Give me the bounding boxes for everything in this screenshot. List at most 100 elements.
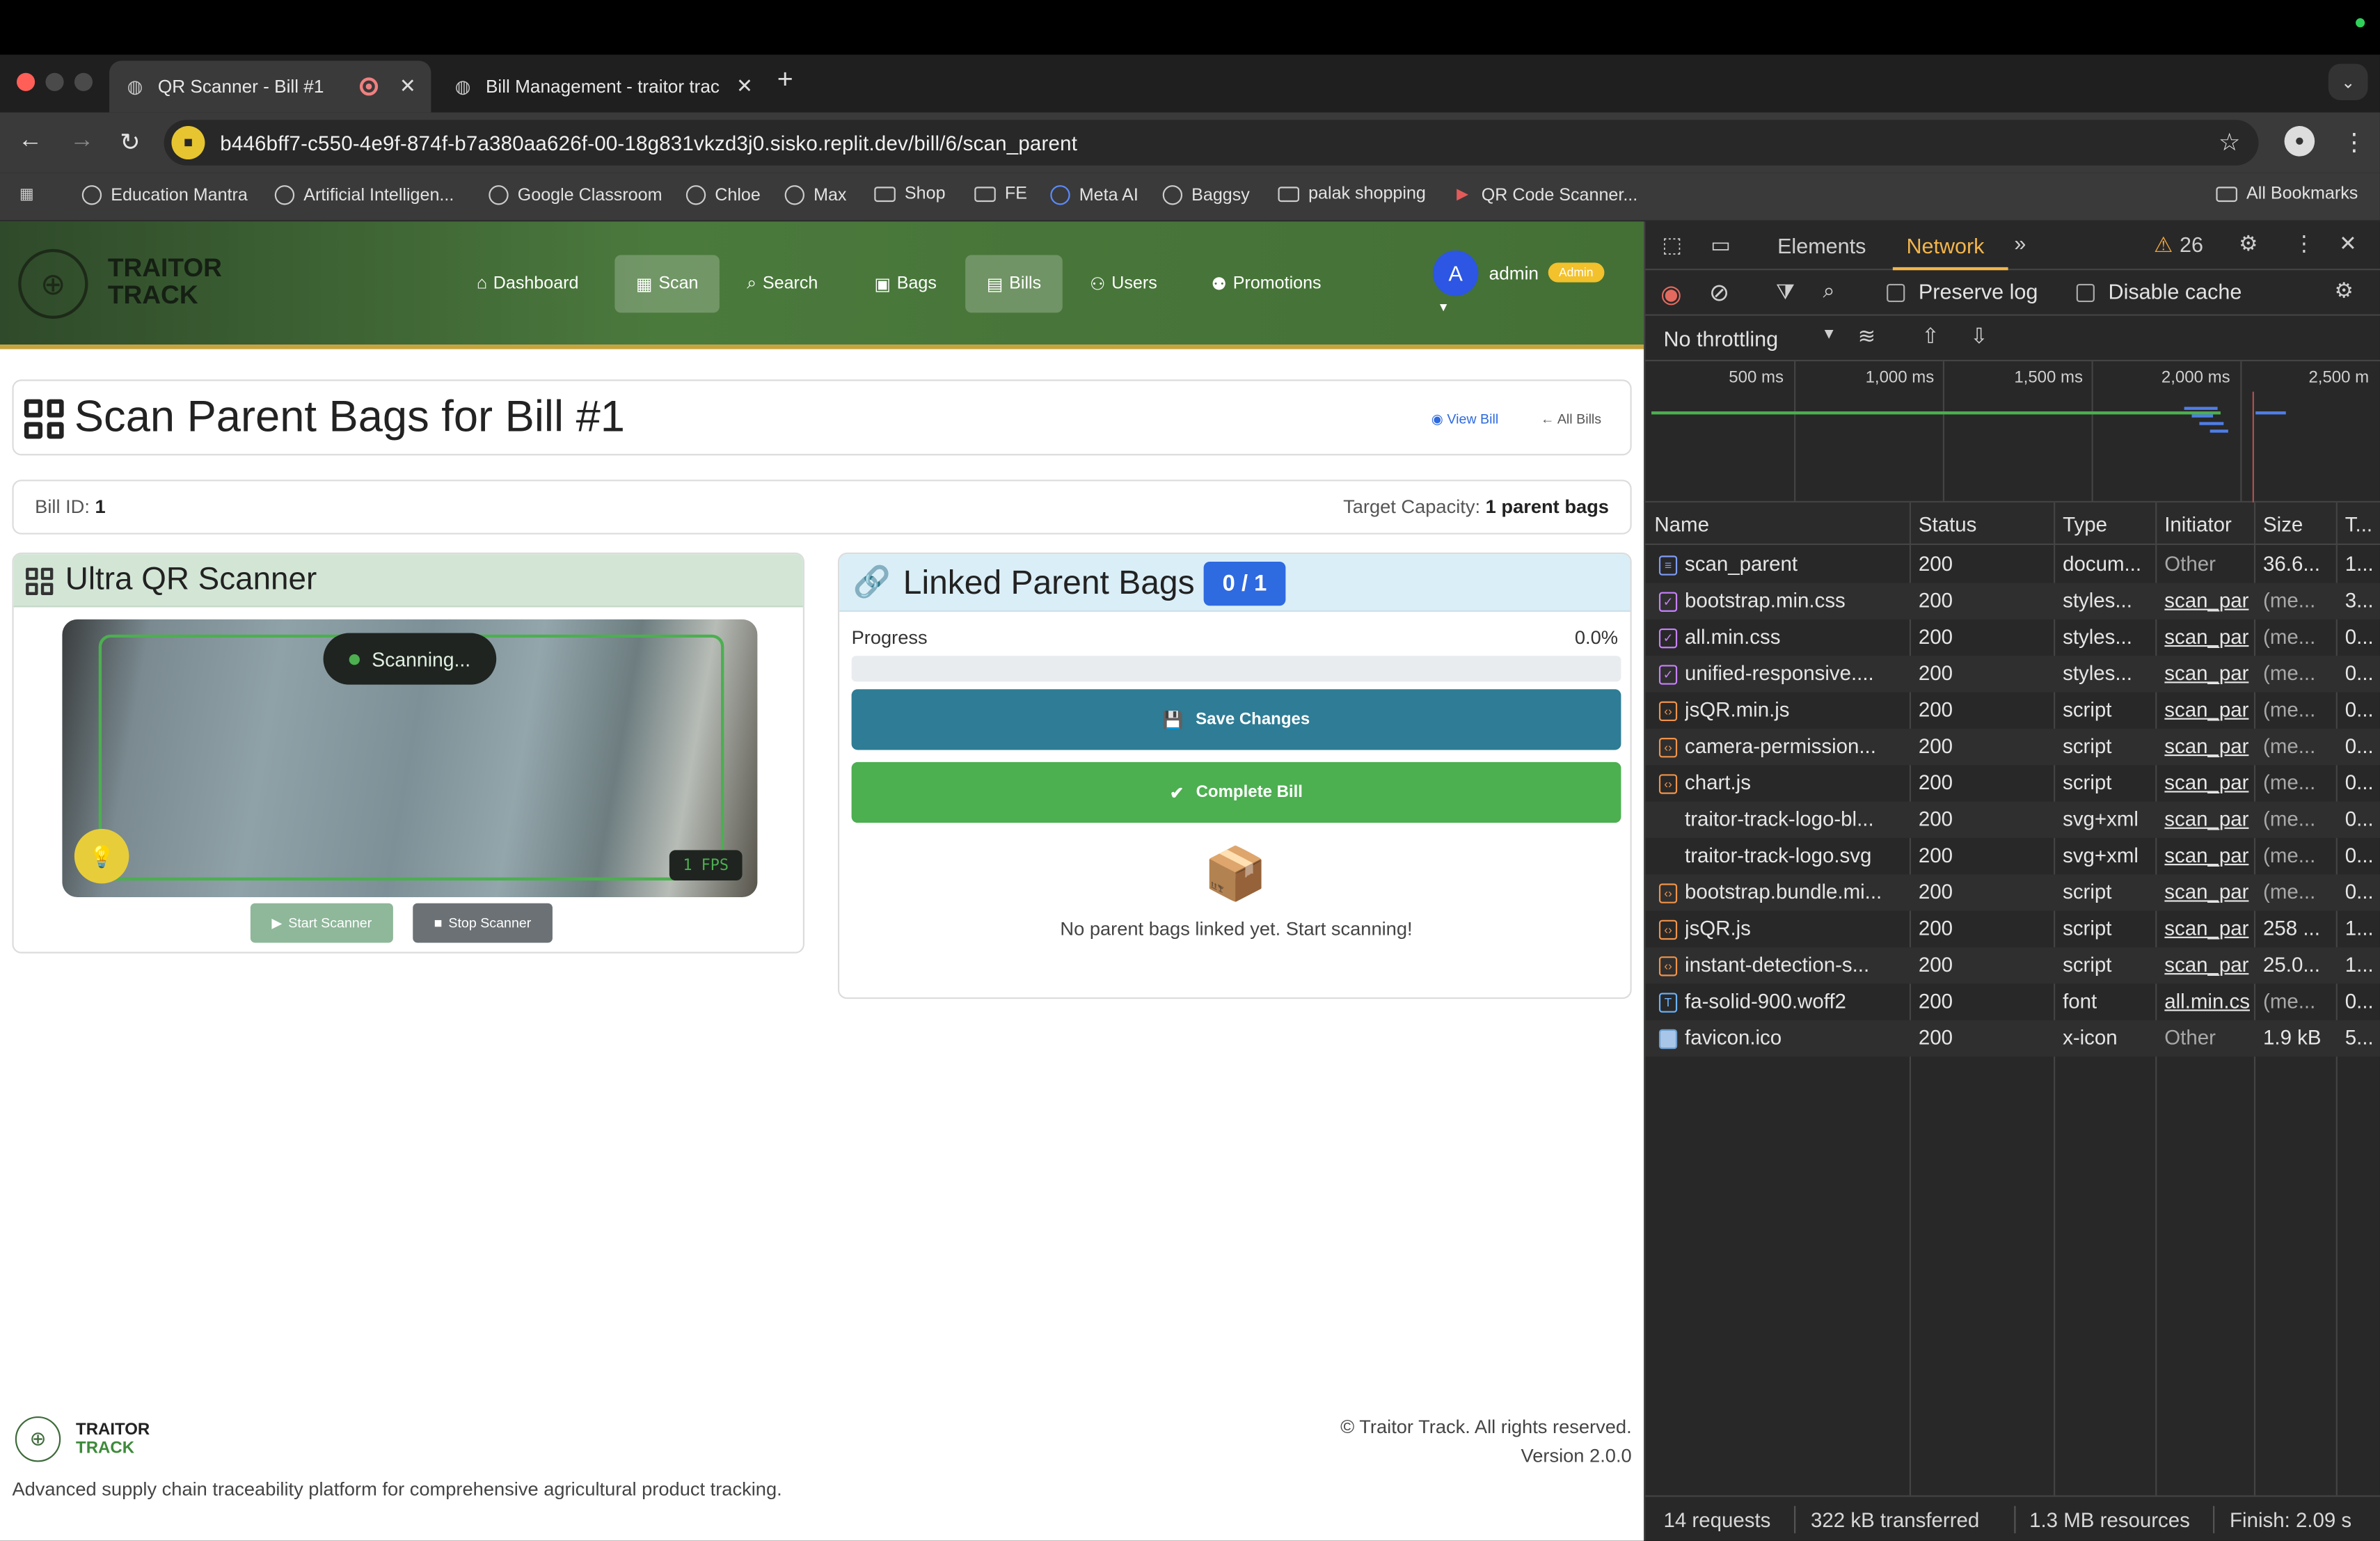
close-devtools-icon[interactable]: ✕ xyxy=(2339,231,2357,257)
start-scanner-button[interactable]: ▶ Start Scanner xyxy=(250,903,393,943)
browser-tab-qr-scanner[interactable]: ◍ QR Scanner - Bill #1 ✕ xyxy=(109,61,431,113)
tab-network[interactable]: Network xyxy=(1906,234,1984,258)
network-request-row[interactable]: ‹› jsQR.js 200 script scan_par 258 ... 1... xyxy=(1645,911,2380,947)
camera-preview[interactable]: Scanning... 💡 1 FPS xyxy=(62,619,758,898)
request-initiator[interactable]: scan_par xyxy=(2164,880,2253,903)
chevron-down-icon[interactable]: ▼ xyxy=(1821,326,1836,343)
browser-tab-bill-management[interactable]: ◍ Bill Management - traitor trac ✕ xyxy=(437,61,768,112)
network-request-row[interactable]: traitor-track-logo.svg 200 svg+xml scan_par… xyxy=(1645,838,2380,874)
request-initiator[interactable]: scan_par xyxy=(2164,589,2253,612)
network-request-row[interactable]: ✓ bootstrap.min.css 200 styles... scan_par (m… xyxy=(1645,583,2380,619)
traitor-track-logo-icon[interactable]: ⊕ xyxy=(18,248,88,319)
close-tab-icon[interactable]: ✕ xyxy=(736,74,753,99)
complete-bill-button[interactable]: ✔ Complete Bill xyxy=(851,761,1621,823)
inspect-element-icon[interactable]: ⬚ xyxy=(1662,232,1682,258)
warning-count[interactable]: 26 xyxy=(2180,232,2203,257)
filter-icon[interactable]: ⧩ xyxy=(1776,279,1795,305)
all-bills-link[interactable]: ← All Bills xyxy=(1541,411,1601,427)
torch-lightbulb-icon[interactable]: 💡 xyxy=(74,828,129,884)
new-tab-icon[interactable]: + xyxy=(777,64,793,96)
profile-avatar[interactable]: ● xyxy=(2284,126,2315,157)
apps-icon[interactable]: ▦ xyxy=(17,185,36,205)
site-logo-text[interactable]: TRAITOR TRACK xyxy=(108,254,222,310)
request-initiator[interactable]: scan_par xyxy=(2164,662,2253,685)
network-request-row[interactable]: traitor-track-logo-bl... 200 svg+xml scan_p… xyxy=(1645,801,2380,838)
network-settings-icon[interactable]: ⚙ xyxy=(2335,278,2354,303)
request-initiator[interactable]: scan_par xyxy=(2164,771,2253,794)
user-name[interactable]: admin xyxy=(1489,262,1539,284)
import-har-icon[interactable]: ⇧ xyxy=(1921,324,1939,349)
bookmark-education-mantra[interactable]: Education Mantra xyxy=(81,185,248,205)
network-request-row[interactable]: ✓ unified-responsive.... 200 styles... scan_… xyxy=(1645,656,2380,693)
chevron-down-icon[interactable]: ▼ xyxy=(1438,301,1450,315)
save-changes-button[interactable]: 💾 Save Changes xyxy=(851,689,1621,750)
nav-search[interactable]: ⌕ Search xyxy=(726,255,839,313)
search-icon[interactable]: ⌕ xyxy=(1823,278,1835,303)
nav-promotions[interactable]: ⚉ Promotions xyxy=(1190,255,1342,313)
column-name[interactable]: Name xyxy=(1654,513,1709,536)
nav-scan[interactable]: ▦ Scan xyxy=(614,255,720,313)
bookmark-shop[interactable]: Shop xyxy=(874,185,946,203)
maximize-window-icon[interactable] xyxy=(74,72,93,91)
column-status[interactable]: Status xyxy=(1919,513,1976,536)
gear-icon[interactable]: ⚙ xyxy=(2239,231,2258,257)
network-request-row[interactable]: ‹› instant-detection-s... 200 script scan_pa… xyxy=(1645,947,2380,984)
minimize-window-icon[interactable] xyxy=(45,72,64,91)
network-request-row[interactable]: ‹› chart.js 200 script scan_par (me... 0... xyxy=(1645,765,2380,801)
bookmark-google-classroom[interactable]: Google Classroom xyxy=(489,185,662,205)
close-window-icon[interactable] xyxy=(16,72,35,91)
nav-bags[interactable]: ▣ Bags xyxy=(853,255,958,313)
network-conditions-icon[interactable]: ≋ xyxy=(1858,324,1876,349)
all-bookmarks[interactable]: All Bookmarks xyxy=(2216,185,2358,203)
network-request-row[interactable]: ✓ all.min.css 200 styles... scan_par (me... 0.… xyxy=(1645,619,2380,656)
network-request-row[interactable]: ‹› camera-permission... 200 script scan_par (… xyxy=(1645,728,2380,766)
warning-icon[interactable]: ⚠ xyxy=(2154,232,2173,258)
forward-icon[interactable]: → xyxy=(70,127,94,155)
nav-dashboard[interactable]: ⌂ Dashboard xyxy=(455,255,600,313)
back-icon[interactable]: ← xyxy=(18,127,42,155)
tab-elements[interactable]: Elements xyxy=(1777,234,1866,258)
bookmark-meta-ai[interactable]: Meta AI xyxy=(1050,185,1139,205)
view-bill-link[interactable]: ◉ View Bill xyxy=(1431,411,1498,428)
omnibox[interactable]: ■ b446bff7-c550-4e9f-874f-b7a380aa626f-0… xyxy=(164,120,2259,166)
preserve-log-checkbox[interactable] xyxy=(1887,283,1905,303)
more-options-icon[interactable]: ⋮ xyxy=(2294,231,2315,257)
bookmark-fe[interactable]: FE xyxy=(974,185,1027,203)
device-toolbar-icon[interactable]: ▭ xyxy=(1711,232,1731,258)
request-initiator[interactable]: scan_par xyxy=(2164,735,2253,758)
record-stop-icon[interactable]: ◉ xyxy=(1660,279,1681,310)
request-initiator[interactable]: all.min.cs xyxy=(2164,990,2253,1013)
bookmark-max[interactable]: Max xyxy=(784,185,846,205)
bookmark-palak-shopping[interactable]: palak shopping xyxy=(1278,185,1426,203)
column-time[interactable]: T... xyxy=(2345,513,2372,536)
url-text[interactable]: b446bff7-c550-4e9f-874f-b7a380aa626f-00-… xyxy=(220,132,1077,155)
request-initiator[interactable]: scan_par xyxy=(2164,917,2253,940)
camera-site-icon[interactable]: ■ xyxy=(171,126,205,160)
bookmark-star-icon[interactable]: ☆ xyxy=(2219,127,2240,158)
stop-scanner-button[interactable]: ■ Stop Scanner xyxy=(413,903,553,943)
column-size[interactable]: Size xyxy=(2263,513,2303,536)
nav-bills[interactable]: ▤ Bills xyxy=(965,255,1063,313)
bookmark-artificial-intelligence[interactable]: Artificial Intelligen... xyxy=(274,185,454,205)
network-request-row[interactable]: ‹› jsQR.min.js 200 script scan_par (me... 0... xyxy=(1645,693,2380,729)
reload-icon[interactable]: ↻ xyxy=(120,127,140,158)
more-tabs-icon[interactable]: » xyxy=(2014,231,2026,255)
clear-icon[interactable]: ⊘ xyxy=(1709,278,1729,308)
bookmark-baggsy[interactable]: Baggsy xyxy=(1162,185,1250,205)
request-initiator[interactable]: scan_par xyxy=(2164,807,2253,830)
network-request-row[interactable]: ‹› bootstrap.bundle.mi... 200 script scan_pa… xyxy=(1645,874,2380,911)
request-initiator[interactable]: scan_par xyxy=(2164,954,2253,977)
request-initiator[interactable]: scan_par xyxy=(2164,626,2253,649)
throttling-select[interactable]: No throttling xyxy=(1663,326,1778,351)
user-avatar[interactable]: A xyxy=(1432,250,1479,297)
network-request-row[interactable]: ≡ scan_parent 200 docum... Other 36.6... 1... xyxy=(1645,546,2380,583)
request-initiator[interactable]: scan_par xyxy=(2164,698,2253,721)
bookmark-chloe[interactable]: Chloe xyxy=(685,185,761,205)
bookmark-qr-code-scanner[interactable]: ▶ QR Code Scanner... xyxy=(1452,185,1637,205)
export-har-icon[interactable]: ⇩ xyxy=(1970,324,1988,349)
column-initiator[interactable]: Initiator xyxy=(2164,513,2232,536)
browser-menu-icon[interactable]: ⋮ xyxy=(2342,127,2366,158)
request-initiator[interactable]: scan_par xyxy=(2164,844,2253,867)
nav-users[interactable]: ⚇ Users xyxy=(1068,255,1178,313)
network-request-row[interactable]: Tfa-solid-900.woff2 200 font all.min.cs (me.… xyxy=(1645,983,2380,1020)
